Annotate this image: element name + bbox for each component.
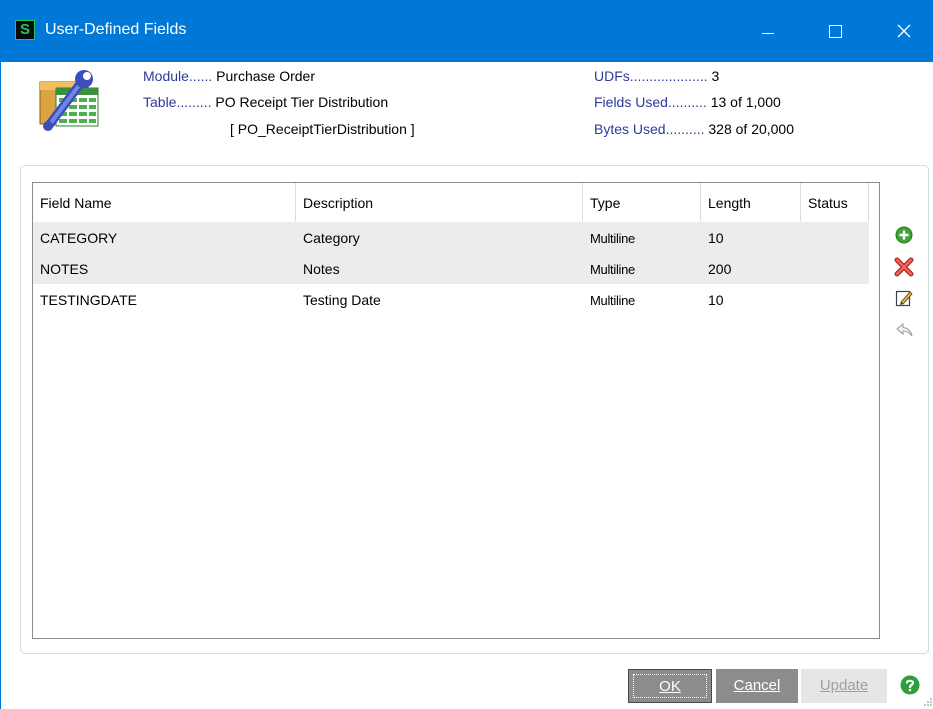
cell-description: Testing Date bbox=[303, 292, 381, 308]
udf-window: S User-Defined Fields Module...... Purch… bbox=[0, 0, 933, 709]
minimize-icon bbox=[762, 32, 774, 34]
ok-button[interactable]: OK bbox=[628, 669, 712, 703]
cell-length: 10 bbox=[708, 292, 724, 308]
maximize-button[interactable] bbox=[805, 0, 865, 62]
window-title: User-Defined Fields bbox=[45, 21, 187, 38]
resize-grip-icon[interactable] bbox=[923, 697, 933, 707]
column-header-description[interactable]: Description bbox=[296, 183, 583, 221]
column-header-status[interactable]: Status bbox=[801, 183, 869, 221]
module-value: Purchase Order bbox=[216, 68, 315, 84]
table-row[interactable]: NOTES Notes Multiline 200 bbox=[33, 253, 869, 284]
cell-status bbox=[801, 284, 869, 315]
edit-field-button[interactable] bbox=[894, 288, 914, 308]
fields-used-value: 13 of 1,000 bbox=[710, 94, 781, 110]
module-label: Module...... bbox=[143, 68, 213, 84]
add-field-button[interactable] bbox=[894, 225, 914, 245]
maximize-icon bbox=[828, 24, 842, 38]
cell-field-name: TESTINGDATE bbox=[40, 292, 137, 308]
column-header-type[interactable]: Type bbox=[583, 183, 701, 221]
table-value: PO Receipt Tier Distribution bbox=[215, 94, 389, 110]
update-button: Update bbox=[801, 669, 887, 703]
cell-description: Category bbox=[303, 230, 360, 246]
edit-icon bbox=[895, 290, 913, 307]
cell-length: 200 bbox=[708, 261, 732, 277]
udf-grid[interactable]: Field Name Description Type Length Statu… bbox=[32, 182, 880, 639]
module-line: Module...... Purchase Order bbox=[143, 67, 315, 86]
udf-tools-icon bbox=[39, 70, 99, 131]
table-row[interactable]: TESTINGDATE Testing Date Multiline 10 bbox=[33, 284, 869, 315]
help-icon[interactable] bbox=[900, 675, 920, 695]
bytes-used-line: Bytes Used.......... 328 of 20,000 bbox=[594, 120, 794, 139]
cell-status bbox=[801, 222, 869, 253]
ok-label: OK bbox=[633, 674, 707, 698]
cancel-label: Cancel bbox=[733, 677, 781, 694]
cell-length: 10 bbox=[708, 230, 724, 246]
add-icon bbox=[895, 226, 913, 244]
table-label: Table......... bbox=[143, 94, 212, 110]
column-header-length[interactable]: Length bbox=[701, 183, 801, 221]
cell-status bbox=[801, 253, 869, 284]
minimize-button[interactable] bbox=[738, 0, 798, 62]
cancel-button[interactable]: Cancel bbox=[716, 669, 798, 703]
cell-field-name: NOTES bbox=[40, 261, 89, 277]
bytes-used-value: 328 of 20,000 bbox=[708, 121, 795, 137]
sage-app-icon: S bbox=[15, 20, 35, 40]
cell-description: Notes bbox=[303, 261, 340, 277]
cell-field-name: CATEGORY bbox=[40, 230, 118, 246]
delete-icon bbox=[894, 257, 914, 277]
cell-type: Multiline bbox=[590, 293, 635, 308]
column-header-field-name[interactable]: Field Name bbox=[33, 183, 296, 221]
undo-button[interactable] bbox=[894, 320, 914, 340]
grid-header: Field Name Description Type Length Statu… bbox=[33, 183, 869, 221]
table-row[interactable]: CATEGORY Category Multiline 10 bbox=[33, 222, 869, 253]
close-icon bbox=[897, 24, 911, 38]
close-button[interactable] bbox=[874, 0, 933, 62]
title-bar[interactable]: S User-Defined Fields bbox=[1, 0, 933, 62]
udfs-label: UDFs.................... bbox=[594, 68, 708, 84]
cell-type: Multiline bbox=[590, 231, 635, 246]
undo-icon bbox=[896, 322, 913, 337]
fields-used-label: Fields Used.......... bbox=[594, 94, 707, 110]
update-label: Update bbox=[819, 677, 869, 694]
udfs-line: UDFs.................... 3 bbox=[594, 67, 719, 86]
table-name: [ PO_ReceiptTierDistribution ] bbox=[230, 121, 415, 137]
fields-used-line: Fields Used.......... 13 of 1,000 bbox=[594, 93, 781, 112]
table-line: Table......... PO Receipt Tier Distribut… bbox=[143, 93, 388, 112]
cell-type: Multiline bbox=[590, 262, 635, 277]
bytes-used-label: Bytes Used.......... bbox=[594, 121, 705, 137]
udfs-value: 3 bbox=[711, 68, 720, 84]
delete-field-button[interactable] bbox=[894, 257, 914, 277]
